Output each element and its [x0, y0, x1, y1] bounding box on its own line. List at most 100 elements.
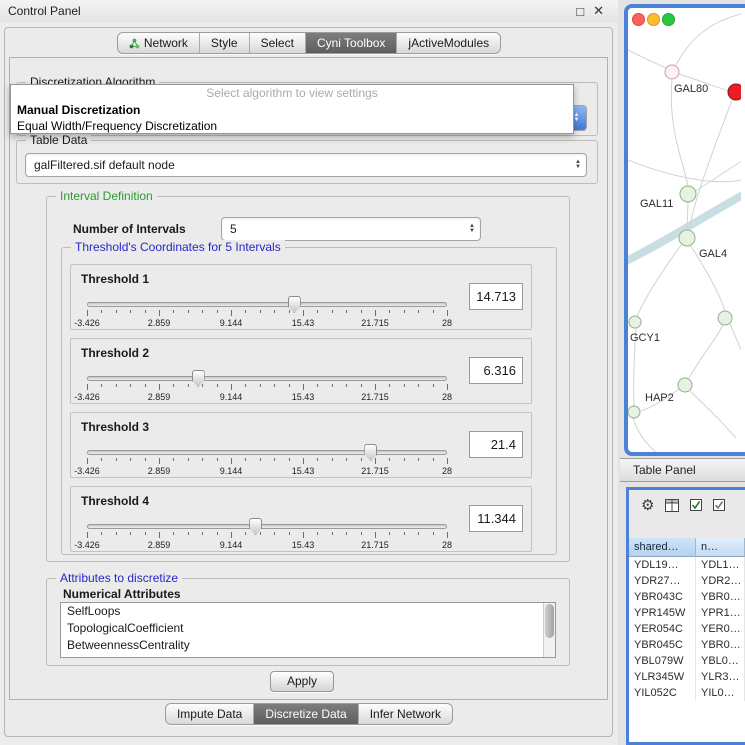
threshold-value-field[interactable]: 11.344 [469, 505, 523, 532]
tab-impute-data[interactable]: Impute Data [166, 704, 253, 724]
slider-track[interactable] [87, 302, 447, 307]
tick-label: 9.144 [220, 318, 243, 328]
tick-label: 2.859 [148, 318, 171, 328]
network-node[interactable] [629, 316, 641, 328]
table-cell[interactable]: YER0… [696, 621, 745, 637]
number-of-intervals-combobox[interactable]: 5 ▲ ▼ [221, 217, 481, 241]
tick-label: 21.715 [361, 318, 389, 328]
dropdown-option-equal-width[interactable]: Equal Width/Frequency Discretization [11, 118, 573, 134]
table-cell[interactable]: YBR045C [629, 637, 696, 653]
table-data-combobox[interactable]: galFiltered.sif default node ▲ ▼ [25, 153, 587, 177]
threshold-value-field[interactable]: 14.713 [469, 283, 523, 310]
tick-label: 9.144 [220, 540, 243, 550]
table-row[interactable]: YBR043CYBR0… [629, 589, 745, 605]
tab-jactivemodules[interactable]: jActiveModules [396, 33, 500, 53]
table-row[interactable]: YPR145WYPR1… [629, 605, 745, 621]
table-cell[interactable]: YBL079W [629, 653, 696, 669]
table-cell[interactable]: YER054C [629, 621, 696, 637]
tab-infer-network[interactable]: Infer Network [358, 704, 452, 724]
zoom-window-button[interactable] [662, 13, 675, 26]
slider-track[interactable] [87, 376, 447, 381]
attribute-item[interactable]: BetweennessCentrality [61, 637, 555, 654]
network-node[interactable] [678, 378, 692, 392]
tab-discretize-data[interactable]: Discretize Data [253, 704, 357, 724]
threshold-slider[interactable]: -3.4262.8599.14415.4321.71528 [87, 295, 447, 329]
table-cell[interactable]: YBR043C [629, 589, 696, 605]
table-cell[interactable]: YPR1… [696, 605, 745, 621]
minimize-window-button[interactable] [647, 13, 660, 26]
threshold-label: Threshold 3 [81, 420, 149, 434]
slider-track[interactable] [87, 450, 447, 455]
scrollbar-thumb[interactable] [545, 604, 554, 638]
column-header[interactable]: shared… [629, 538, 696, 557]
table-cell[interactable]: YBL0… [696, 653, 745, 669]
network-canvas[interactable]: GAL80GAL11GAL4GCY1HAP2 [628, 8, 741, 452]
dropdown-option-manual-discretization[interactable]: Manual Discretization [11, 102, 573, 118]
panel-title: Control Panel [0, 4, 81, 18]
numerical-attributes-list[interactable]: SelfLoopsTopologicalCoefficientBetweenne… [60, 602, 556, 658]
threshold-slider[interactable]: -3.4262.8599.14415.4321.71528 [87, 517, 447, 551]
tab-style[interactable]: Style [199, 33, 249, 53]
columns-icon[interactable] [665, 499, 679, 512]
control-panel-titlebar: Control Panel □ ✕ [0, 0, 618, 22]
number-of-intervals-label: Number of Intervals [73, 222, 186, 236]
threshold-slider[interactable]: -3.4262.8599.14415.4321.71528 [87, 369, 447, 403]
table-cell[interactable]: YBR0… [696, 589, 745, 605]
table-row[interactable]: YDL19…YDL1… [629, 557, 745, 573]
tick-label: 9.144 [220, 392, 243, 402]
table-row[interactable]: YLR345WYLR3… [629, 669, 745, 685]
network-node[interactable] [628, 406, 640, 418]
table-row[interactable]: YBR045CYBR0… [629, 637, 745, 653]
apply-button[interactable]: Apply [270, 671, 334, 692]
column-header[interactable]: n… [696, 538, 745, 557]
unselect-all-columns-icon[interactable] [713, 499, 725, 511]
network-node[interactable] [679, 230, 695, 246]
tab-label: Cyni Toolbox [317, 36, 385, 50]
attribute-items: SelfLoopsTopologicalCoefficientBetweenne… [61, 603, 555, 654]
list-scrollbar[interactable] [543, 603, 555, 657]
network-node[interactable] [728, 84, 741, 100]
network-node[interactable] [680, 186, 696, 202]
tab-select[interactable]: Select [249, 33, 305, 53]
tab-network[interactable]: Network [118, 33, 199, 53]
threshold-value-field[interactable]: 6.316 [469, 357, 523, 384]
slider-ticks [87, 458, 447, 465]
table-header-row: shared…n… [629, 538, 745, 557]
network-node[interactable] [718, 311, 732, 325]
table-cell[interactable]: YPR145W [629, 605, 696, 621]
table-row[interactable]: YDR27…YDR2… [629, 573, 745, 589]
table-row[interactable]: YER054CYER0… [629, 621, 745, 637]
table-cell[interactable]: YLR345W [629, 669, 696, 685]
table-toolbar: ⚙ [629, 490, 745, 520]
network-view-window[interactable]: GAL80GAL11GAL4GCY1HAP2 [624, 4, 745, 456]
tab-label: Select [261, 36, 294, 50]
table-row[interactable]: YBL079WYBL0… [629, 653, 745, 669]
threshold-slider[interactable]: -3.4262.8599.14415.4321.71528 [87, 443, 447, 477]
attribute-item[interactable]: SelfLoops [61, 603, 555, 620]
table-cell[interactable]: YDR27… [629, 573, 696, 589]
select-all-columns-icon[interactable] [690, 499, 702, 511]
threshold-value-field[interactable]: 21.4 [469, 431, 523, 458]
table-cell[interactable]: YBR0… [696, 637, 745, 653]
close-window-button[interactable] [632, 13, 645, 26]
close-panel-icon[interactable]: ✕ [593, 3, 604, 19]
tab-cyni-toolbox[interactable]: Cyni Toolbox [305, 33, 396, 53]
float-panel-icon[interactable]: □ [576, 4, 584, 19]
tick-label: -3.426 [74, 392, 100, 402]
table-cell[interactable]: YDL19… [629, 557, 696, 573]
network-node[interactable] [665, 65, 679, 79]
table-cell[interactable]: YIL052C [629, 685, 696, 701]
tick-label: 28 [442, 392, 452, 402]
node-label: GAL4 [699, 248, 727, 260]
slider-tick-labels: -3.4262.8599.14415.4321.71528 [87, 392, 447, 402]
table-cell[interactable]: YLR3… [696, 669, 745, 685]
interval-definition-group: Interval Definition Number of Intervals … [46, 196, 570, 562]
table-cell[interactable]: YDR2… [696, 573, 745, 589]
table-row[interactable]: YIL052CYIL0… [629, 685, 745, 701]
attribute-item[interactable]: TopologicalCoefficient [61, 620, 555, 637]
table-settings-gear-icon[interactable]: ⚙ [641, 496, 654, 514]
table-cell[interactable]: YDL1… [696, 557, 745, 573]
table-cell[interactable]: YIL0… [696, 685, 745, 701]
slider-track[interactable] [87, 524, 447, 529]
table-panel-window: ⚙ shared…n… YDL19…YDL1…YDR27…YDR2…YBR043… [626, 487, 745, 745]
